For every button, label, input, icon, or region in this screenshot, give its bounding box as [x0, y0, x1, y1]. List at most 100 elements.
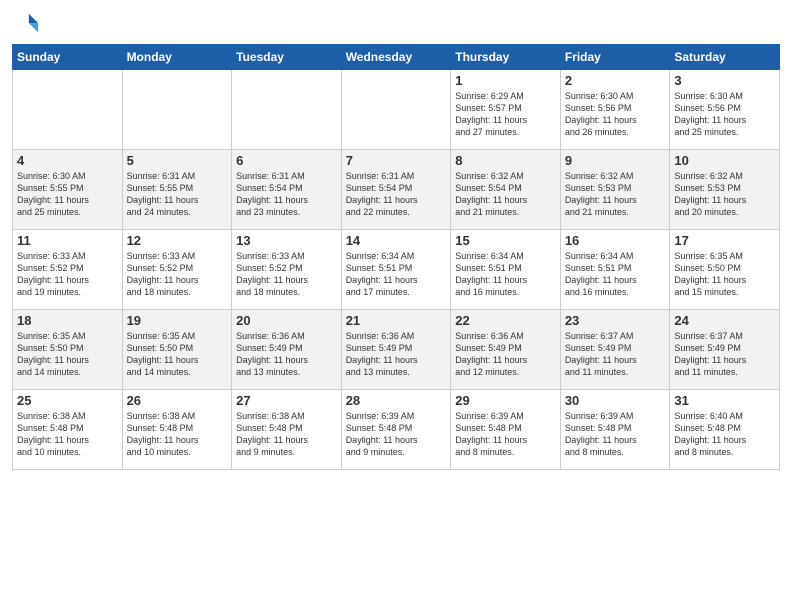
day-number: 5: [127, 153, 228, 168]
day-number: 23: [565, 313, 666, 328]
day-cell: 2 Sunrise: 6:30 AM Sunset: 5:56 PM Daylig…: [560, 70, 670, 150]
day-cell: [13, 70, 123, 150]
day-number: 22: [455, 313, 556, 328]
day-cell: 15 Sunrise: 6:34 AM Sunset: 5:51 PM Dayli…: [451, 230, 561, 310]
day-cell: 12 Sunrise: 6:33 AM Sunset: 5:52 PM Dayli…: [122, 230, 232, 310]
day-number: 20: [236, 313, 337, 328]
day-cell: 18 Sunrise: 6:35 AM Sunset: 5:50 PM Dayli…: [13, 310, 123, 390]
day-cell: 11 Sunrise: 6:33 AM Sunset: 5:52 PM Dayli…: [13, 230, 123, 310]
day-cell: 19 Sunrise: 6:35 AM Sunset: 5:50 PM Dayli…: [122, 310, 232, 390]
day-cell: 31 Sunrise: 6:40 AM Sunset: 5:48 PM Dayli…: [670, 390, 780, 470]
calendar-header-row: SundayMondayTuesdayWednesdayThursdayFrid…: [13, 45, 780, 70]
day-info: Sunrise: 6:34 AM Sunset: 5:51 PM Dayligh…: [346, 250, 447, 299]
day-info: Sunrise: 6:33 AM Sunset: 5:52 PM Dayligh…: [17, 250, 118, 299]
day-info: Sunrise: 6:40 AM Sunset: 5:48 PM Dayligh…: [674, 410, 775, 459]
day-cell: 8 Sunrise: 6:32 AM Sunset: 5:54 PM Daylig…: [451, 150, 561, 230]
day-info: Sunrise: 6:38 AM Sunset: 5:48 PM Dayligh…: [127, 410, 228, 459]
day-cell: 21 Sunrise: 6:36 AM Sunset: 5:49 PM Dayli…: [341, 310, 451, 390]
day-number: 28: [346, 393, 447, 408]
day-number: 9: [565, 153, 666, 168]
day-number: 4: [17, 153, 118, 168]
day-info: Sunrise: 6:37 AM Sunset: 5:49 PM Dayligh…: [674, 330, 775, 379]
day-number: 2: [565, 73, 666, 88]
day-number: 15: [455, 233, 556, 248]
day-info: Sunrise: 6:39 AM Sunset: 5:48 PM Dayligh…: [346, 410, 447, 459]
column-header-sunday: Sunday: [13, 45, 123, 70]
day-cell: 25Sunrise: 6:38 AM Sunset: 5:48 PM Dayli…: [13, 390, 123, 470]
day-cell: 7 Sunrise: 6:31 AM Sunset: 5:54 PM Daylig…: [341, 150, 451, 230]
day-cell: 22 Sunrise: 6:36 AM Sunset: 5:49 PM Dayli…: [451, 310, 561, 390]
column-header-wednesday: Wednesday: [341, 45, 451, 70]
day-cell: 6 Sunrise: 6:31 AM Sunset: 5:54 PM Daylig…: [232, 150, 342, 230]
day-number: 21: [346, 313, 447, 328]
day-cell: 24 Sunrise: 6:37 AM Sunset: 5:49 PM Dayli…: [670, 310, 780, 390]
day-number: 26: [127, 393, 228, 408]
day-number: 24: [674, 313, 775, 328]
day-info: Sunrise: 6:36 AM Sunset: 5:49 PM Dayligh…: [346, 330, 447, 379]
day-cell: [341, 70, 451, 150]
day-info: Sunrise: 6:38 AM Sunset: 5:48 PM Dayligh…: [236, 410, 337, 459]
day-number: 30: [565, 393, 666, 408]
week-row-5: 25Sunrise: 6:38 AM Sunset: 5:48 PM Dayli…: [13, 390, 780, 470]
day-cell: 16 Sunrise: 6:34 AM Sunset: 5:51 PM Dayli…: [560, 230, 670, 310]
day-info: Sunrise: 6:35 AM Sunset: 5:50 PM Dayligh…: [17, 330, 118, 379]
column-header-friday: Friday: [560, 45, 670, 70]
day-number: 19: [127, 313, 228, 328]
day-cell: 1Sunrise: 6:29 AM Sunset: 5:57 PM Daylig…: [451, 70, 561, 150]
week-row-1: 1Sunrise: 6:29 AM Sunset: 5:57 PM Daylig…: [13, 70, 780, 150]
day-info: Sunrise: 6:32 AM Sunset: 5:53 PM Dayligh…: [565, 170, 666, 219]
day-info: Sunrise: 6:31 AM Sunset: 5:55 PM Dayligh…: [127, 170, 228, 219]
day-info: Sunrise: 6:36 AM Sunset: 5:49 PM Dayligh…: [455, 330, 556, 379]
day-number: 13: [236, 233, 337, 248]
week-row-2: 4Sunrise: 6:30 AM Sunset: 5:55 PM Daylig…: [13, 150, 780, 230]
day-info: Sunrise: 6:30 AM Sunset: 5:56 PM Dayligh…: [565, 90, 666, 139]
day-number: 3: [674, 73, 775, 88]
day-cell: 20 Sunrise: 6:36 AM Sunset: 5:49 PM Dayli…: [232, 310, 342, 390]
day-info: Sunrise: 6:39 AM Sunset: 5:48 PM Dayligh…: [565, 410, 666, 459]
day-info: Sunrise: 6:29 AM Sunset: 5:57 PM Dayligh…: [455, 90, 556, 139]
day-info: Sunrise: 6:31 AM Sunset: 5:54 PM Dayligh…: [346, 170, 447, 219]
week-row-3: 11 Sunrise: 6:33 AM Sunset: 5:52 PM Dayli…: [13, 230, 780, 310]
day-number: 12: [127, 233, 228, 248]
day-number: 7: [346, 153, 447, 168]
day-number: 27: [236, 393, 337, 408]
day-cell: 4Sunrise: 6:30 AM Sunset: 5:55 PM Daylig…: [13, 150, 123, 230]
day-info: Sunrise: 6:31 AM Sunset: 5:54 PM Dayligh…: [236, 170, 337, 219]
day-cell: 9 Sunrise: 6:32 AM Sunset: 5:53 PM Daylig…: [560, 150, 670, 230]
page-container: SundayMondayTuesdayWednesdayThursdayFrid…: [0, 0, 792, 612]
column-header-monday: Monday: [122, 45, 232, 70]
day-info: Sunrise: 6:33 AM Sunset: 5:52 PM Dayligh…: [236, 250, 337, 299]
day-info: Sunrise: 6:34 AM Sunset: 5:51 PM Dayligh…: [565, 250, 666, 299]
day-number: 6: [236, 153, 337, 168]
day-info: Sunrise: 6:39 AM Sunset: 5:48 PM Dayligh…: [455, 410, 556, 459]
column-header-tuesday: Tuesday: [232, 45, 342, 70]
day-cell: 5 Sunrise: 6:31 AM Sunset: 5:55 PM Daylig…: [122, 150, 232, 230]
logo: [12, 10, 44, 38]
week-row-4: 18 Sunrise: 6:35 AM Sunset: 5:50 PM Dayli…: [13, 310, 780, 390]
day-cell: 27 Sunrise: 6:38 AM Sunset: 5:48 PM Dayli…: [232, 390, 342, 470]
day-info: Sunrise: 6:37 AM Sunset: 5:49 PM Dayligh…: [565, 330, 666, 379]
day-cell: 28 Sunrise: 6:39 AM Sunset: 5:48 PM Dayli…: [341, 390, 451, 470]
day-cell: 14Sunrise: 6:34 AM Sunset: 5:51 PM Dayli…: [341, 230, 451, 310]
day-cell: [122, 70, 232, 150]
day-info: Sunrise: 6:33 AM Sunset: 5:52 PM Dayligh…: [127, 250, 228, 299]
day-cell: 23 Sunrise: 6:37 AM Sunset: 5:49 PM Dayli…: [560, 310, 670, 390]
header: [12, 10, 780, 38]
day-cell: 17Sunrise: 6:35 AM Sunset: 5:50 PM Dayli…: [670, 230, 780, 310]
day-number: 18: [17, 313, 118, 328]
day-info: Sunrise: 6:36 AM Sunset: 5:49 PM Dayligh…: [236, 330, 337, 379]
column-header-saturday: Saturday: [670, 45, 780, 70]
column-header-thursday: Thursday: [451, 45, 561, 70]
day-cell: 26 Sunrise: 6:38 AM Sunset: 5:48 PM Dayli…: [122, 390, 232, 470]
day-info: Sunrise: 6:30 AM Sunset: 5:56 PM Dayligh…: [674, 90, 775, 139]
day-info: Sunrise: 6:34 AM Sunset: 5:51 PM Dayligh…: [455, 250, 556, 299]
day-info: Sunrise: 6:32 AM Sunset: 5:54 PM Dayligh…: [455, 170, 556, 219]
day-info: Sunrise: 6:35 AM Sunset: 5:50 PM Dayligh…: [127, 330, 228, 379]
day-number: 31: [674, 393, 775, 408]
day-number: 8: [455, 153, 556, 168]
day-number: 17: [674, 233, 775, 248]
day-number: 29: [455, 393, 556, 408]
day-number: 16: [565, 233, 666, 248]
day-number: 11: [17, 233, 118, 248]
day-cell: [232, 70, 342, 150]
